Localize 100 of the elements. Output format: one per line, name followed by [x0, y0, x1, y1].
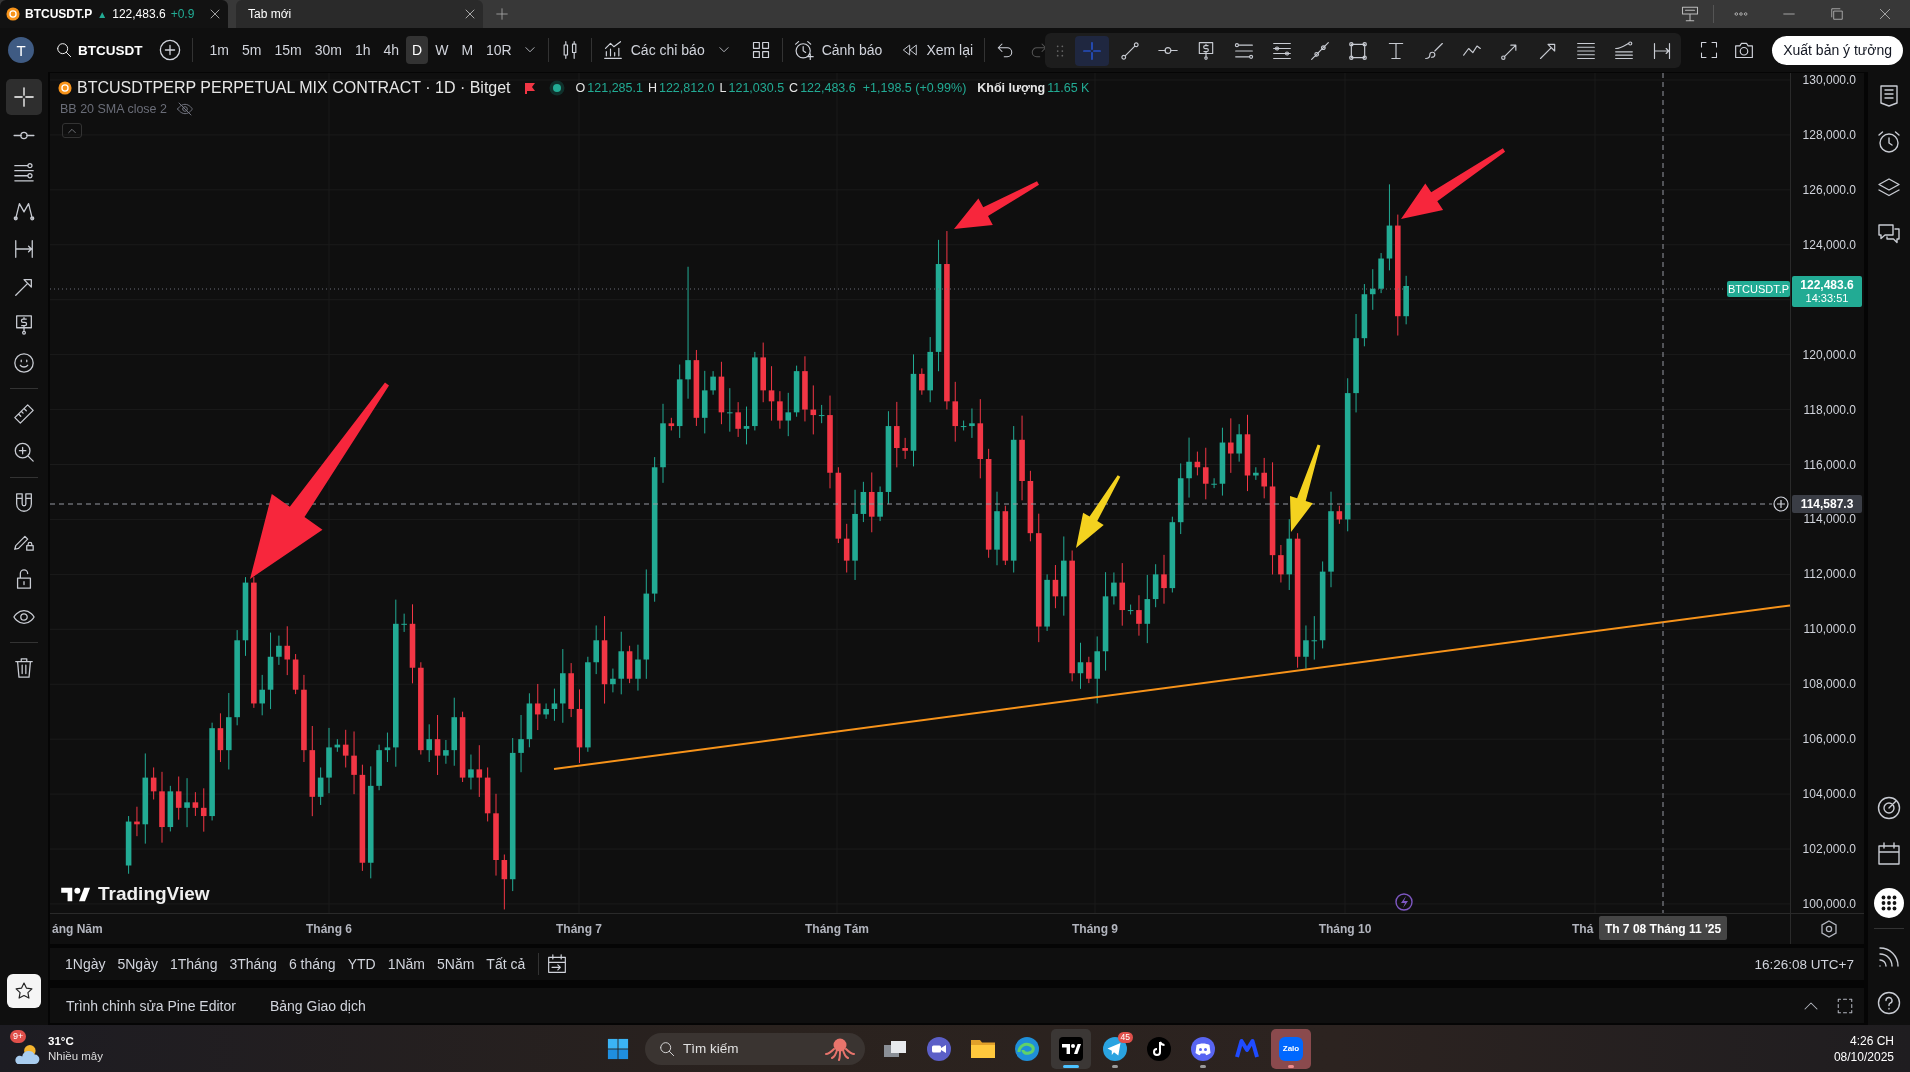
interval-button[interactable]: 5m: [235, 36, 268, 64]
price-axis-label: 114,000.0: [1803, 512, 1856, 527]
plus-circle-icon[interactable]: [1773, 496, 1789, 512]
time-axis-label: Tháng 7: [556, 922, 602, 936]
clock-time[interactable]: 4:26 CH: [1849, 1032, 1894, 1049]
range-button[interactable]: 6 tháng: [283, 951, 341, 977]
ohlc-value: 121,285.1: [587, 81, 643, 95]
fullscreen-icon[interactable]: [1700, 41, 1719, 59]
close-icon[interactable]: [464, 8, 476, 20]
fib-levels-icon: [1272, 40, 1292, 61]
range-button[interactable]: 5Ngày: [112, 951, 163, 977]
layout-grid-icon[interactable]: [750, 40, 771, 60]
zigzag-pattern-icon: [13, 200, 35, 222]
signal-icon[interactable]: [1877, 945, 1901, 969]
publish-idea-button[interactable]: Xuất bản ý tưởng: [1772, 35, 1903, 65]
panel-tab[interactable]: Trình chỉnh sửa Pine Editor: [66, 997, 236, 1014]
interval-button[interactable]: D: [406, 36, 429, 64]
range-button[interactable]: YTD: [342, 951, 381, 977]
clock-date[interactable]: 08/10/2025: [1833, 1048, 1894, 1065]
chat-bubbles-icon[interactable]: [1877, 222, 1901, 246]
price-axis-label: 110,000.0: [1803, 622, 1856, 637]
arrow-icon: [13, 276, 35, 298]
status-dot-icon: [548, 80, 565, 96]
browser-tab[interactable]: Tab mới: [236, 0, 483, 28]
maximize-icon[interactable]: [1836, 996, 1854, 1015]
rewind-icon: [902, 42, 919, 58]
curve-levels-icon: [1614, 40, 1634, 61]
interval-button[interactable]: 4h: [377, 36, 406, 64]
taskbar-app-button[interactable]: 45: [1095, 1028, 1135, 1069]
taskbar-search-field[interactable]: Tìm kiếm: [645, 1032, 865, 1065]
range-button[interactable]: 1Năm: [382, 951, 430, 977]
date-range-icon: [1652, 40, 1672, 61]
crosshair-tool-button[interactable]: [6, 79, 42, 115]
target-icon[interactable]: [1877, 796, 1901, 820]
browser-tab[interactable]: BTCUSDT.P ▲ 122,483.6 +0.9: [0, 0, 228, 28]
range-button[interactable]: 1Tháng: [164, 951, 223, 977]
indicators-button[interactable]: Các chỉ báo: [602, 36, 705, 64]
calendar-icon[interactable]: [1877, 842, 1901, 866]
price-axis-label: 102,000.0: [1802, 842, 1856, 856]
indicator-name[interactable]: BB 20 SMA close 2: [60, 102, 167, 116]
replay-button[interactable]: Xem lại: [902, 36, 974, 64]
weather-icon[interactable]: [12, 1043, 42, 1065]
coin-icon: [6, 7, 20, 21]
dots-grid-icon[interactable]: [1874, 888, 1904, 918]
price-axis-label: 120,000.0: [1802, 347, 1856, 362]
interval-button[interactable]: 15m: [268, 36, 308, 64]
close-icon[interactable]: [209, 8, 221, 20]
measure-bracket-icon: [13, 238, 35, 260]
star-icon: [14, 981, 34, 1001]
time-axis-label: Thá: [1572, 922, 1594, 936]
taskbar-app-button[interactable]: [1051, 1028, 1091, 1069]
interval-button[interactable]: W: [429, 36, 455, 64]
coin-icon: [58, 81, 72, 95]
restore-icon[interactable]: [1830, 7, 1844, 21]
interval-button[interactable]: M: [455, 36, 480, 64]
monitor-icon[interactable]: [1681, 5, 1699, 23]
panel-tab[interactable]: Bảng Giao dịch: [269, 997, 366, 1014]
taskbar-app-button[interactable]: Zalo: [1271, 1028, 1311, 1069]
crosshair-icon: [13, 86, 35, 108]
price-axis-label: 106,000.0: [1802, 732, 1856, 747]
horizontal-line-icon: [1158, 46, 1178, 55]
chart-clock[interactable]: 16:26:08 UTC+7: [1754, 956, 1854, 972]
crosshair-price-label: 114,587.3: [1792, 495, 1862, 513]
interval-button[interactable]: 1h: [348, 36, 377, 64]
price-axis-label: 100,000.0: [1802, 896, 1856, 911]
range-button[interactable]: 5Năm: [432, 951, 480, 977]
flag-icon[interactable]: [523, 82, 536, 94]
range-button[interactable]: 3Tháng: [224, 951, 282, 977]
logo-icon: [61, 885, 92, 903]
interval-button[interactable]: 30m: [308, 36, 348, 64]
range-button[interactable]: Tất cả: [481, 951, 531, 977]
watchlist-icon[interactable]: [1877, 84, 1901, 108]
symbol-search-button[interactable]: BTCUSDT: [56, 36, 143, 64]
interval-button[interactable]: 1m: [203, 36, 235, 64]
price-axis-label: 118,000.0: [1803, 402, 1856, 417]
camera-icon[interactable]: [1734, 40, 1755, 60]
start-tiles-icon[interactable]: [607, 1037, 629, 1060]
favorites-button[interactable]: [7, 974, 41, 1008]
ohlc-value: 121,030.5: [728, 81, 785, 95]
brand-name: TradingView: [98, 883, 210, 905]
interval-button[interactable]: 10R: [480, 36, 518, 64]
crosshair-date-label: Th 7 08 Tháng 11 '25: [1599, 916, 1727, 940]
lightning-icon[interactable]: [1395, 893, 1413, 911]
swirl-icon: [1015, 1036, 1039, 1061]
chart-title[interactable]: BTCUSDTPERP PERPETUAL MIX CONTRACT · 1D · Bitget: [77, 79, 511, 97]
alerts-button[interactable]: Cảnh báo: [793, 36, 883, 64]
close-icon[interactable]: [1878, 7, 1892, 21]
alarm-plus-icon: [793, 40, 814, 60]
alarm-clock-icon[interactable]: [1877, 130, 1901, 154]
parallel-channel-icon: [1234, 40, 1254, 61]
range-button[interactable]: 1Ngày: [60, 951, 111, 977]
settings-icon[interactable]: [1821, 920, 1837, 938]
octopus-icon: [825, 1036, 855, 1061]
search-input[interactable]: Tìm kiếm: [683, 1041, 803, 1056]
avatar[interactable]: T: [8, 37, 34, 63]
calendar-arrow-icon[interactable]: [547, 954, 568, 974]
eye-slash-icon[interactable]: [177, 101, 193, 117]
undo-icon[interactable]: [996, 41, 1015, 59]
ohlc-value: 122,483.6: [800, 81, 856, 95]
help-icon[interactable]: [1877, 991, 1901, 1015]
